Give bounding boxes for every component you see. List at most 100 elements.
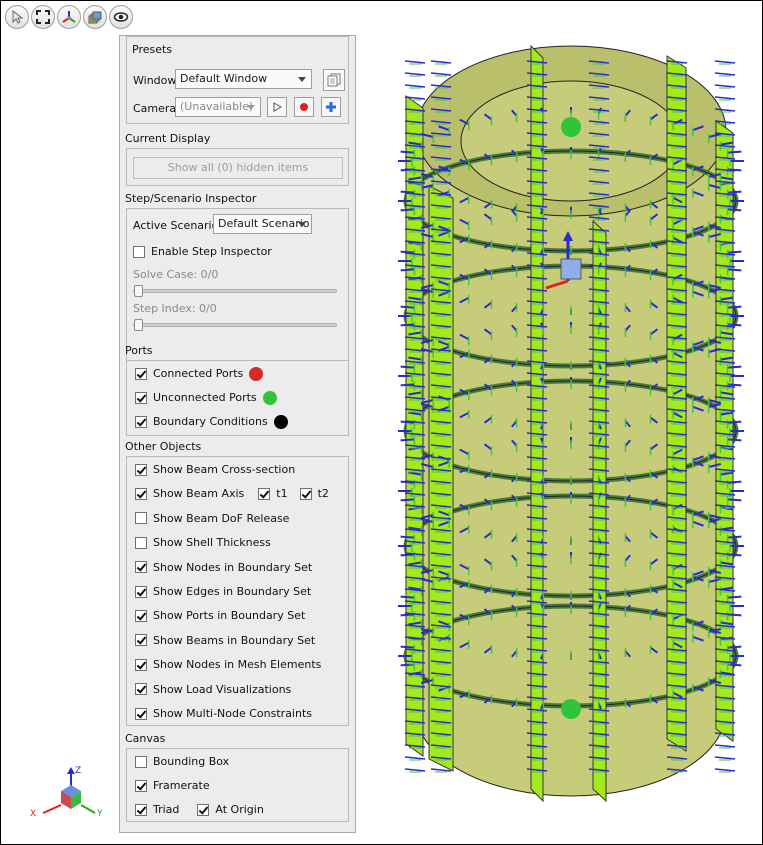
load-arrow [400,208,415,212]
unconnected-port-marker-icon [262,390,277,405]
other-object-row[interactable]: Show Multi-Node Constraints [135,705,312,722]
model-canvas[interactable] [381,31,761,831]
load-arrow [400,613,415,617]
other-object-checkbox[interactable] [135,634,147,647]
port-label: Unconnected Ports [153,391,257,404]
play-camera-button[interactable] [267,97,287,117]
viewport[interactable]: Presets Window Default Window Camera (Un… [0,0,763,845]
camera-select[interactable]: (Unavailable) [175,97,261,117]
load-arrow [400,645,415,649]
other-object-checkbox[interactable] [135,512,147,525]
load-arrow [400,535,415,539]
other-object-row[interactable]: Show Beam Cross-section [135,461,295,478]
fit-view-icon[interactable] [31,5,55,29]
solve-case-label: Solve Case: 0/0 [133,268,219,281]
beam-axis-t1-checkbox[interactable] [258,487,271,500]
other-object-row[interactable]: Show Nodes in Boundary Set [135,559,312,576]
fin-load-arrow [430,768,452,772]
presets-title: Presets [132,43,173,56]
active-scenario-select[interactable]: Default Scenario [213,214,312,234]
framerate-checkbox[interactable] [135,779,147,792]
add-camera-button[interactable] [321,97,341,117]
triad-x-label: X [30,809,36,819]
port-row-boundary[interactable]: Boundary Conditions [135,413,288,430]
triad-row[interactable]: Triad At Origin [135,801,264,818]
other-object-checkbox[interactable] [135,683,147,696]
enable-step-inspector-row[interactable]: Enable Step Inspector [133,243,272,260]
view-toolbar [5,5,133,29]
other-object-checkbox[interactable] [135,658,147,671]
axes-icon[interactable] [57,5,81,29]
show-hidden-items-button[interactable]: Show all (0) hidden items [133,157,343,179]
other-object-row[interactable]: Show Load Visualizations [135,681,291,698]
load-arrow [727,268,742,272]
load-arrow [400,498,415,502]
other-object-label: Show Nodes in Boundary Set [153,560,313,574]
connected-port-marker-icon [249,366,264,381]
document-icon [327,73,341,87]
other-object-checkbox[interactable] [135,707,147,720]
port-label: Boundary Conditions [153,415,268,428]
triad-y-label: Y [96,809,103,819]
bounding-box-checkbox[interactable] [135,755,147,768]
other-object-row[interactable]: Show Ports in Boundary Set [135,607,305,624]
other-object-row[interactable]: Show Beams in Boundary Set [135,632,315,649]
solve-case-slider[interactable] [133,285,337,297]
other-object-checkbox[interactable] [135,561,147,574]
fin-load-arrow [430,72,452,76]
other-object-checkbox[interactable] [135,609,147,622]
other-object-label: Show Beam DoF Release [153,511,290,525]
active-scenario-label: Active Scenario: [133,219,223,232]
load-arrow [727,383,742,387]
load-arrow [727,250,742,254]
fin-load-arrow [404,768,426,772]
canvas-group: Bounding Box Framerate Triad At Origin [126,748,349,822]
at-origin-checkbox[interactable] [197,803,210,816]
layers-icon[interactable] [83,5,107,29]
enable-step-inspector-checkbox[interactable] [133,245,145,258]
framerate-row[interactable]: Framerate [135,777,210,794]
port-checkbox[interactable] [135,391,147,404]
fin-load-arrow [404,756,426,760]
current-display-group: Show all (0) hidden items [126,148,349,186]
other-object-label: Show Load Visualizations [153,682,292,696]
port-row-connected[interactable]: Connected Ports [135,365,264,382]
enable-step-inspector-label: Enable Step Inspector [151,245,272,258]
window-select[interactable]: Default Window [175,69,312,89]
other-object-checkbox[interactable] [135,463,147,476]
other-object-row[interactable]: Show Shell Thickness [135,534,271,551]
port-row-unconnected[interactable]: Unconnected Ports [135,389,277,406]
load-arrow [727,150,742,154]
eye-icon[interactable] [109,5,133,29]
other-object-label: Show Nodes in Mesh Elements [153,658,322,672]
beam-axis-t2-checkbox[interactable] [299,487,312,500]
other-object-row[interactable]: Show Beam DoF Release [135,510,289,527]
record-camera-button[interactable] [294,97,314,117]
load-arrow [727,645,742,649]
load-arrow [400,595,415,599]
other-object-row[interactable]: Show Beam Axis t1 t2 [135,485,329,502]
bounding-box-row[interactable]: Bounding Box [135,753,229,770]
step-index-slider[interactable] [133,319,337,331]
triad-checkbox[interactable] [135,803,147,816]
presets-group: Presets Window Default Window Camera (Un… [126,36,349,124]
other-object-checkbox[interactable] [135,487,147,500]
load-arrow [727,498,742,502]
load-arrow [727,323,742,327]
cursor-icon[interactable] [5,5,29,29]
window-select-value: Default Window [180,72,268,85]
solve-case-slider-handle[interactable] [134,285,143,297]
other-object-row[interactable]: Show Edges in Boundary Set [135,583,311,600]
step-inspector-title: Step/Scenario Inspector [125,192,257,205]
window-presets-button[interactable] [323,69,345,91]
port-checkbox[interactable] [135,367,147,380]
step-index-slider-handle[interactable] [134,319,143,331]
other-object-checkbox[interactable] [135,536,147,549]
ports-group: Connected Ports Unconnected Ports Bounda… [126,360,349,436]
fin-load-arrow [404,84,426,88]
current-display-title: Current Display [125,132,211,145]
other-object-checkbox[interactable] [135,585,147,598]
port-checkbox[interactable] [135,415,147,428]
step-index-label: Step Index: 0/0 [133,302,217,315]
other-object-row[interactable]: Show Nodes in Mesh Elements [135,656,321,673]
